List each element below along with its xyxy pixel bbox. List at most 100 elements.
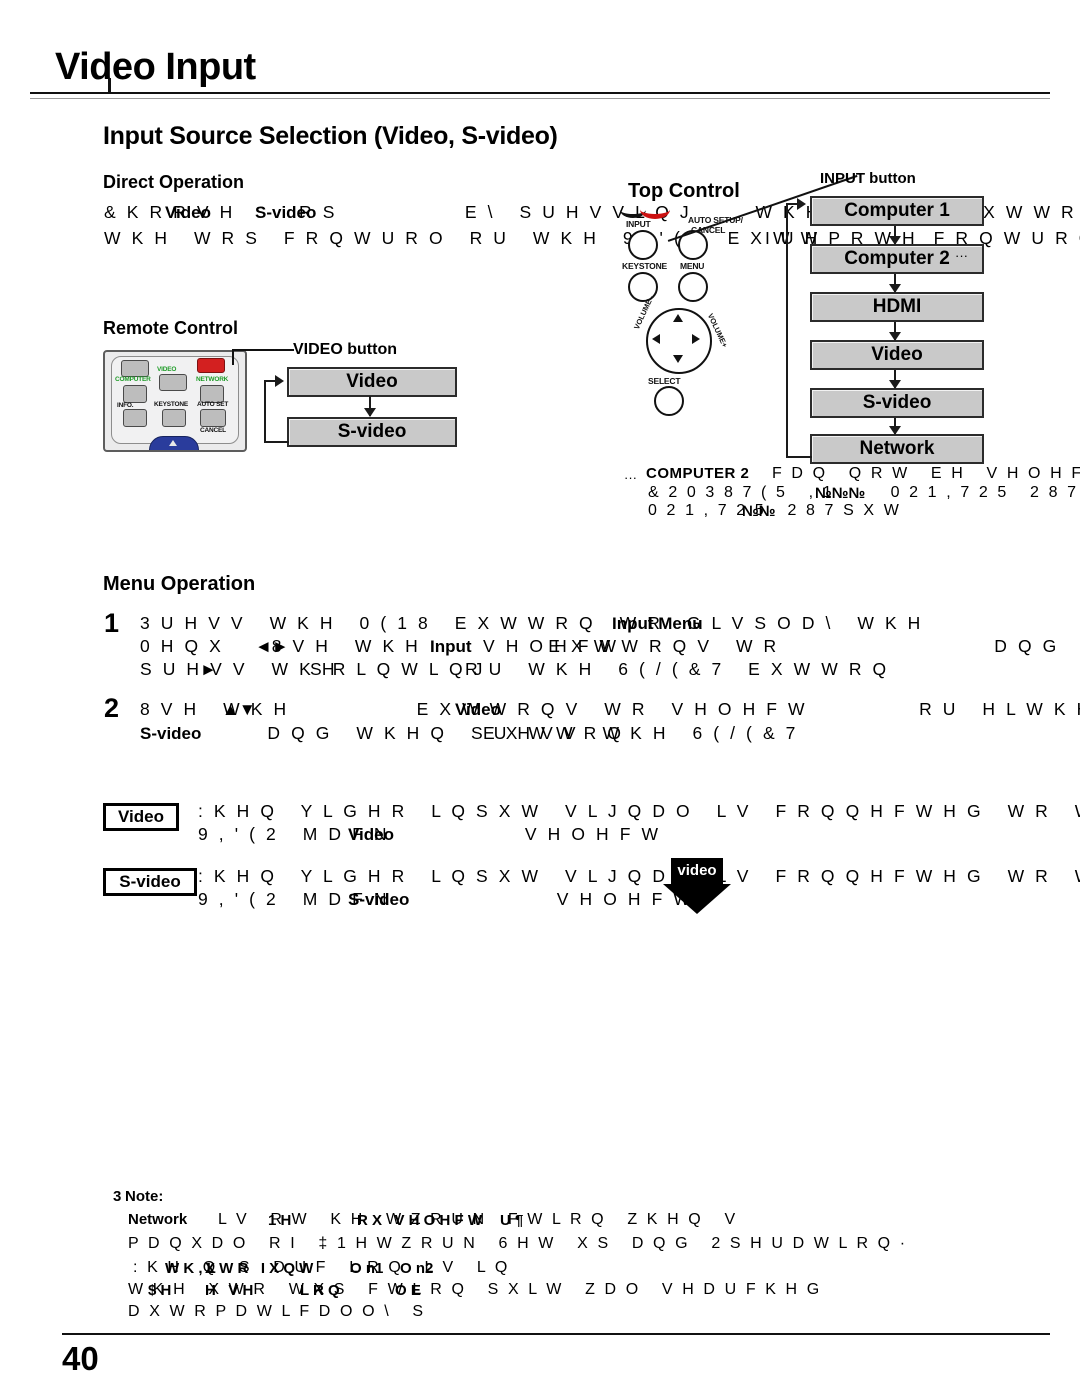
remote-power-button xyxy=(197,358,225,373)
direct-operation-overlay-video: Video xyxy=(165,203,211,222)
video-button-callout-stem xyxy=(232,349,234,365)
note-line-1-overlay-c: U ¶ xyxy=(500,1212,524,1229)
step-2-line-2-overlay-button: E X W W R Q xyxy=(483,723,625,743)
page-title: Video Input xyxy=(55,46,256,88)
computer-2-ellipsis: ··· xyxy=(955,248,968,263)
description-svideo-line-2: 9 , ' ( 2 M D F N V H O H F W xyxy=(198,889,693,909)
note-line-3-overlay-d: O n2 xyxy=(400,1260,434,1277)
top-control-up-icon xyxy=(673,314,683,322)
description-video-line-2: 9 , ' ( 2 M D F N V H O H F W xyxy=(198,824,662,844)
remote-label-computer: COMPUTER xyxy=(115,376,151,383)
video-arrow-head xyxy=(663,884,731,914)
top-control-select-button xyxy=(654,386,684,416)
top-flow-box-network: Network xyxy=(810,434,984,464)
remote-info-button xyxy=(123,385,147,403)
step-2-line-2: D Q G W K H Q S U H V V W K H 6 ( / ( & … xyxy=(140,723,799,743)
note-line-3-overlay-b: X W R I X Q W xyxy=(205,1260,314,1277)
top-flow-box-computer-1: Computer 1 xyxy=(810,196,984,226)
step-2-line-1: 8 V H W K H E X W W R Q V W R V H O H F … xyxy=(140,699,1080,719)
note-title: Note: xyxy=(125,1188,164,1205)
direct-operation-overlay-svideo: S-video xyxy=(255,203,317,222)
description-label-video: Video xyxy=(103,803,179,831)
top-flow-arrow-5 xyxy=(889,418,901,435)
top-flow-arrow-3 xyxy=(889,322,901,341)
remote-label-network: NETWORK xyxy=(196,376,229,383)
note-marker-icon: 3 xyxy=(113,1188,122,1205)
top-control-menu-button xyxy=(678,272,708,302)
remote-label-video: VIDEO xyxy=(157,366,177,373)
remote-flow-loop-vertical xyxy=(264,380,266,442)
note-line-4-overlay-c: L R Q xyxy=(300,1282,340,1299)
remote-nav-up-icon xyxy=(169,440,177,446)
remote-label-cancel: CANCEL xyxy=(200,427,226,434)
remote-auto-set-key xyxy=(200,409,226,427)
remote-keystone-key xyxy=(162,409,186,427)
step-1-line-2-overlay-select: V H O H F W xyxy=(483,636,620,656)
remote-flow-arrow xyxy=(364,396,376,417)
section-heading: Input Source Selection (Video, S-video) xyxy=(103,122,558,150)
direct-operation-heading: Direct Operation xyxy=(103,172,245,192)
remote-label-auto-set: AUTO SET xyxy=(197,401,229,408)
top-flow-loop-bottom xyxy=(786,456,812,458)
remote-label-info: INFO. xyxy=(117,402,134,409)
computer2-note-line-2-overlay: №№№ xyxy=(815,485,866,502)
footer-divider xyxy=(62,1333,1050,1335)
step-1-line-1-overlay: Input Menu xyxy=(612,614,703,633)
video-arrow-label: video xyxy=(677,862,717,879)
description-svideo-line-1: : K H Q Y L G H R L Q S X W V L J Q D O … xyxy=(198,866,1080,886)
video-button-callout-label: VIDEO button xyxy=(293,341,397,358)
description-label-svideo: S-video xyxy=(103,868,197,896)
note-line-4-overlay-b: H V H xyxy=(205,1282,254,1299)
step-2-line-2-overlay-svideo: S-video xyxy=(140,724,202,743)
note-line-1-overlay-a: 1 H xyxy=(268,1212,292,1229)
note-line-4-overlay-d: O E xyxy=(395,1282,421,1299)
top-control-input-button xyxy=(628,230,658,260)
top-control-right-icon xyxy=(692,334,700,344)
remote-control-heading: Remote Control xyxy=(103,318,238,338)
computer2-note-label: COMPUTER 2 xyxy=(646,465,750,482)
computer2-note-dots: ··· xyxy=(624,470,637,485)
top-control-label-keystone: KEYSTONE xyxy=(622,261,668,271)
step-1-line-2-overlay-input: Input xyxy=(430,637,472,656)
note-line-5: D X W R P D W L F D O O \ S xyxy=(128,1303,426,1320)
remote-video-button xyxy=(159,374,187,391)
note-line-4-overlay-a: $ H xyxy=(148,1282,172,1299)
step-1-line-2-overlay-arrows: ◄► xyxy=(255,637,289,656)
description-video-line-2-overlay: Video xyxy=(348,825,394,844)
top-flow-box-video: Video xyxy=(810,340,984,370)
video-button-callout-line xyxy=(234,349,294,351)
top-flow-loop-vertical xyxy=(786,203,788,458)
top-control-image: INPUT AUTO SETUP/ CANCEL KEYSTONE MENU V… xyxy=(618,200,748,416)
step-1-line-3-overlay-pointing: S R L Q W L Q J xyxy=(310,659,486,679)
computer2-note-line-1: F D Q Q R W E H V H O H F W H G Z K H Q … xyxy=(772,465,1080,482)
remote-control-image: COMPUTER VIDEO NETWORK INFO. KEYSTONE AU… xyxy=(103,350,247,452)
note-line-3-overlay-c: O n1 xyxy=(350,1260,384,1277)
computer2-note-line-3-overlay: №№ xyxy=(742,503,776,520)
description-video-line-1: : K H Q Y L G H R L Q S X W V L J Q D O … xyxy=(198,801,1080,821)
remote-flow-box-svideo: S-video xyxy=(287,417,457,447)
top-flow-arrow-2 xyxy=(889,274,901,293)
top-flow-box-svideo: S-video xyxy=(810,388,984,418)
remote-label-keystone: KEYSTONE xyxy=(154,401,189,408)
step-2-number: 2 xyxy=(104,693,120,723)
step-1-line-3: S U H V V W K H R U W K H 6 ( / ( & 7 E … xyxy=(140,659,890,679)
step-2-line-1-overlay-arrows: ▲▼ xyxy=(222,700,256,719)
top-flow-arrow-1 xyxy=(889,226,901,245)
remote-flow-box-video: Video xyxy=(287,367,457,397)
title-tick-mark xyxy=(108,78,111,92)
top-control-label-select: SELECT xyxy=(648,376,681,386)
video-arrow-graphic: video xyxy=(655,858,739,914)
note-subject: Network xyxy=(128,1211,188,1228)
top-control-label-input: INPUT xyxy=(626,219,651,229)
description-svideo-line-2-overlay: S-video xyxy=(348,890,410,909)
top-flow-arrow-4 xyxy=(889,370,901,389)
step-1-line-3-overlay-arrow: ► xyxy=(200,660,217,679)
top-control-label-menu: MENU xyxy=(680,261,705,271)
title-divider xyxy=(30,92,1050,99)
top-control-down-icon xyxy=(673,355,683,363)
remote-info-key xyxy=(123,409,147,427)
page-number: 40 xyxy=(62,1340,99,1377)
remote-flow-loop-arrowhead xyxy=(275,375,284,387)
step-1-line-1: 3 U H V V W K H 0 ( 1 8 E X W W R Q W R … xyxy=(140,613,924,633)
top-flow-box-hdmi: HDMI xyxy=(810,292,984,322)
